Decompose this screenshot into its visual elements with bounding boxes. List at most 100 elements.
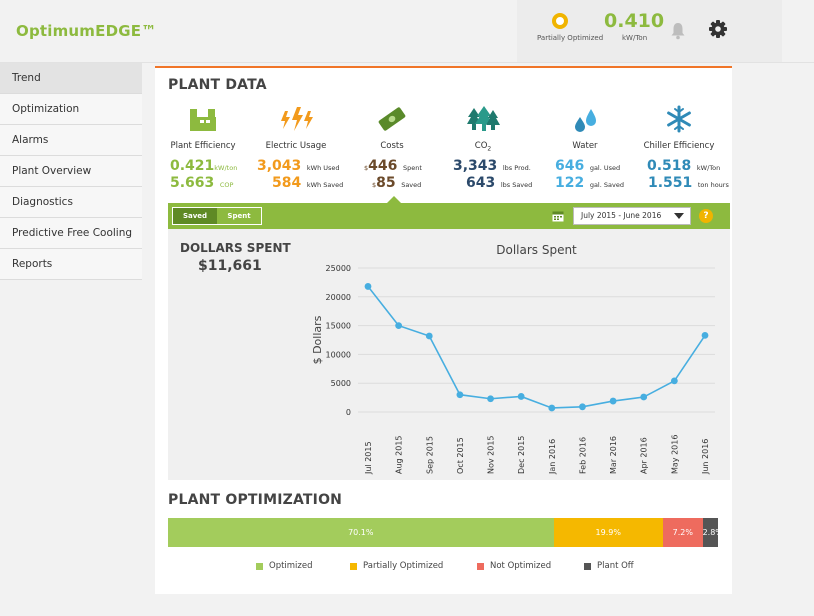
legend-swatch (477, 562, 484, 570)
x-tick-label: May 2016 (670, 435, 679, 474)
x-tick-label: Sep 2015 (425, 436, 434, 474)
factory-icon (190, 109, 216, 131)
status-indicator-icon (552, 13, 568, 29)
saved-toggle-button[interactable]: Saved (173, 208, 217, 224)
legend-swatch (584, 562, 591, 570)
x-tick-label: Dec 2015 (517, 436, 526, 474)
calendar-icon[interactable] (552, 210, 564, 222)
legend-swatch (350, 562, 357, 570)
plant-efficiency-row2: 5.663 COP (170, 175, 234, 191)
sidebar-item-diagnostics[interactable]: Diagnostics (0, 187, 142, 218)
spent-toggle-button[interactable]: Spent (217, 208, 261, 224)
lightning-icon (281, 107, 313, 131)
money-icon (378, 107, 406, 131)
sidebar: Trend Optimization Alarms Plant Overview… (0, 63, 142, 280)
optimization-segment: 7.2% (662, 518, 703, 547)
y-axis-label: $ Dollars (311, 315, 324, 364)
sidebar-item-optimization[interactable]: Optimization (0, 94, 142, 125)
x-tick-label: Jul 2015 (364, 441, 373, 475)
help-icon[interactable]: ? (699, 209, 713, 223)
chart-area: DOLLARS SPENT $11,661 Dollars Spent $ Dol… (168, 229, 730, 480)
sidebar-item-plant-overview[interactable]: Plant Overview (0, 156, 142, 187)
metric-plant-efficiency: Plant Efficiency (155, 102, 251, 151)
legend-label: Optimized (269, 561, 313, 571)
x-tick-label: Feb 2016 (578, 437, 587, 474)
y-tick-label: 20000 (326, 293, 351, 302)
sidebar-item-reports[interactable]: Reports (0, 249, 142, 280)
metric-label: Electric Usage (265, 141, 327, 151)
y-tick-label: 0 (346, 408, 351, 417)
metric-chiller-efficiency: Chiller Efficiency (631, 102, 727, 151)
kwton-unit: kW/Ton (622, 34, 648, 42)
metric-label: Plant Efficiency (170, 141, 236, 151)
legend-item: Optimized (256, 561, 313, 571)
data-point (517, 393, 525, 400)
chiller-efficiency-row2: 1.551 ton hours (648, 175, 729, 191)
gear-icon[interactable] (707, 18, 729, 40)
data-point (548, 404, 556, 412)
data-point (701, 331, 709, 339)
legend-item: Plant Off (584, 561, 634, 571)
metric-water: Water (537, 102, 633, 151)
water-drops-icon (575, 109, 596, 132)
trees-icon (467, 106, 500, 131)
dollars-spent-chart: Dollars Spent $ Dollars 0 5000 10000 15000 200… (311, 243, 715, 475)
top-bar: OptimumEDGE™ Partially Optimized 0.410 k… (0, 0, 814, 63)
optimization-segment: 70.1% (168, 518, 554, 547)
legend-label: Partially Optimized (363, 561, 444, 571)
optimization-legend: Optimized Partially Optimized Not Optimize… (168, 561, 718, 573)
metric-electric-usage: Electric Usage (248, 102, 344, 151)
metric-label: Chiller Efficiency (643, 141, 715, 151)
x-tick-label: Aug 2015 (395, 435, 404, 474)
legend-label: Plant Off (597, 561, 634, 571)
data-point (579, 403, 586, 411)
saved-spent-toggle: Saved Spent (172, 207, 262, 225)
y-tick-label: 10000 (326, 350, 351, 359)
kwton-value: 0.410 (604, 10, 665, 32)
y-tick-label: 15000 (326, 322, 351, 331)
legend-item: Partially Optimized (350, 561, 443, 571)
data-point (487, 395, 494, 403)
chart-title: Dollars Spent (496, 243, 577, 257)
snowflake-icon (667, 105, 691, 133)
legend-item: Not Optimized (477, 561, 551, 571)
data-point (640, 393, 648, 401)
brand-logo[interactable]: OptimumEDGE™ (16, 22, 156, 40)
electric-usage-row2: 584 kWh Saved (272, 175, 344, 191)
sidebar-item-alarms[interactable]: Alarms (0, 125, 142, 156)
plant-optimization-title: PLANT OPTIMIZATION (168, 492, 343, 508)
bell-icon[interactable] (670, 22, 686, 40)
optimization-segment: 2.8% (702, 518, 723, 547)
optimization-bar: 70.1% 19.9% 7.2% 2.8% (168, 518, 723, 547)
x-tick-label: Nov 2015 (487, 435, 496, 474)
co2-row2: 643 lbs Saved (466, 175, 533, 191)
sidebar-item-predictive-free-cooling[interactable]: Predictive Free Cooling (0, 218, 142, 249)
data-point (670, 377, 678, 385)
main-panel: PLANT DATA Plant Efficiency 0.421kW/ton … (155, 66, 732, 594)
y-tick-label: 25000 (326, 264, 351, 273)
legend-label: Not Optimized (490, 561, 552, 571)
metric-label: CO2 (474, 141, 492, 153)
metric-costs: Costs (344, 102, 440, 151)
x-tick-label: Jun 2016 (701, 439, 710, 475)
metric-co2: CO2 (435, 102, 531, 153)
metric-label: Costs (380, 141, 404, 151)
status-label: Partially Optimized (537, 34, 604, 42)
x-tick-label: Mar 2016 (609, 436, 618, 474)
x-tick-label: Jan 2016 (548, 439, 557, 475)
date-range-select[interactable]: July 2015 - June 2016 (573, 207, 691, 225)
x-tick-label: Oct 2015 (456, 437, 465, 474)
data-point (456, 391, 464, 399)
chevron-down-icon (674, 213, 684, 219)
plant-data-title: PLANT DATA (168, 77, 267, 93)
chart-toolbar: Saved Spent July 2015 - June 2016 ? (168, 203, 730, 229)
data-point (395, 322, 403, 329)
metric-label: Water (572, 141, 598, 151)
data-point (609, 397, 617, 405)
costs-row2: $85 Saved (372, 175, 422, 191)
series-line (367, 285, 706, 409)
x-tick-label: Apr 2016 (640, 437, 649, 474)
sidebar-item-trend[interactable]: Trend (0, 63, 142, 94)
data-point (425, 332, 433, 340)
legend-swatch (256, 562, 263, 570)
